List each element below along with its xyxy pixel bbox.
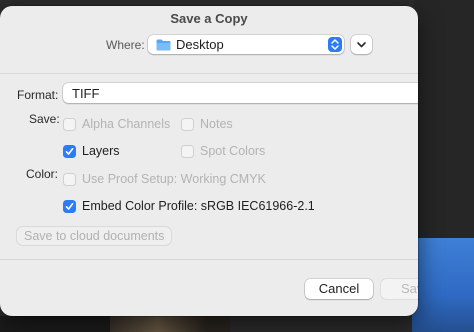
layers-checkbox[interactable] (63, 145, 76, 158)
notes-checkbox[interactable] (181, 118, 194, 131)
embed-color-profile-label: Embed Color Profile: sRGB IEC61966-2.1 (82, 199, 315, 213)
save-to-cloud-button[interactable]: Save to cloud documents (17, 227, 172, 245)
background-strip (0, 316, 110, 332)
chevron-up-down-icon[interactable] (328, 37, 342, 52)
where-popup[interactable]: Desktop (148, 35, 344, 54)
checkmark-icon (65, 203, 74, 210)
save-button[interactable]: Sav (381, 279, 418, 299)
background-photo-blue (412, 238, 474, 332)
format-popup[interactable]: TIFF (63, 83, 418, 103)
cancel-button[interactable]: Cancel (305, 279, 373, 299)
folder-icon (156, 39, 171, 51)
where-label: Where: (106, 38, 145, 52)
background-window (414, 0, 474, 240)
background-photo (110, 314, 230, 332)
chevron-down-icon (357, 42, 366, 48)
alpha-channels-label: Alpha Channels (82, 117, 171, 131)
divider (0, 259, 418, 260)
format-label: Format: (17, 88, 59, 102)
color-options-label: Color: (26, 167, 59, 181)
where-value: Desktop (176, 37, 224, 52)
use-proof-setup-label: Use Proof Setup: Working CMYK (82, 172, 266, 186)
expand-button[interactable] (351, 35, 372, 54)
checkmark-icon (65, 148, 74, 155)
layers-label: Layers (82, 144, 120, 158)
spot-colors-label: Spot Colors (200, 144, 266, 158)
notes-label: Notes (200, 117, 233, 131)
embed-color-profile-checkbox[interactable] (63, 200, 76, 213)
alpha-channels-checkbox[interactable] (63, 118, 76, 131)
spot-colors-checkbox[interactable] (181, 145, 194, 158)
dialog-title: Save a Copy (170, 11, 248, 26)
save-options-label: Save: (29, 112, 60, 126)
format-value: TIFF (72, 86, 100, 101)
use-proof-setup-checkbox[interactable] (63, 173, 76, 186)
divider (0, 73, 418, 74)
save-a-copy-dialog: Save a Copy Where: Desktop Format: TIFF (0, 6, 418, 316)
